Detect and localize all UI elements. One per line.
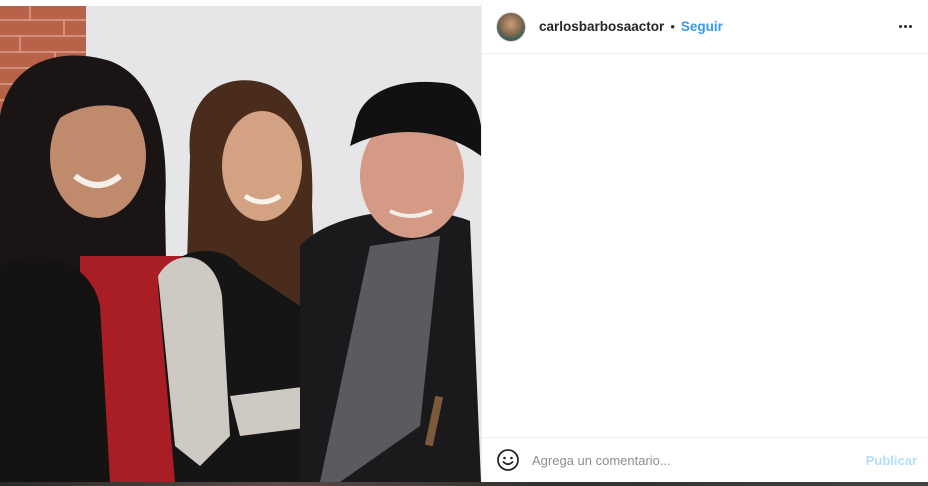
more-horizontal-icon[interactable] bbox=[895, 16, 915, 36]
post-header: carlosbarbosaactor • Seguir bbox=[482, 0, 928, 54]
username-link[interactable]: carlosbarbosaactor bbox=[539, 19, 664, 34]
publish-button[interactable]: Publicar bbox=[866, 453, 917, 468]
header-separator: • bbox=[670, 19, 675, 34]
follow-button[interactable]: Seguir bbox=[681, 19, 723, 34]
comment-input[interactable] bbox=[532, 450, 866, 470]
comments-area bbox=[482, 55, 928, 437]
avatar[interactable] bbox=[496, 11, 526, 42]
post-photo[interactable] bbox=[0, 6, 481, 482]
photo-illustration bbox=[0, 6, 481, 482]
post-sidebar: carlosbarbosaactor • Seguir Publicar bbox=[481, 0, 928, 482]
comment-bar: Publicar bbox=[482, 437, 928, 482]
emoji-smiley-icon[interactable] bbox=[496, 448, 520, 472]
photo-bottom-strip bbox=[0, 482, 928, 486]
